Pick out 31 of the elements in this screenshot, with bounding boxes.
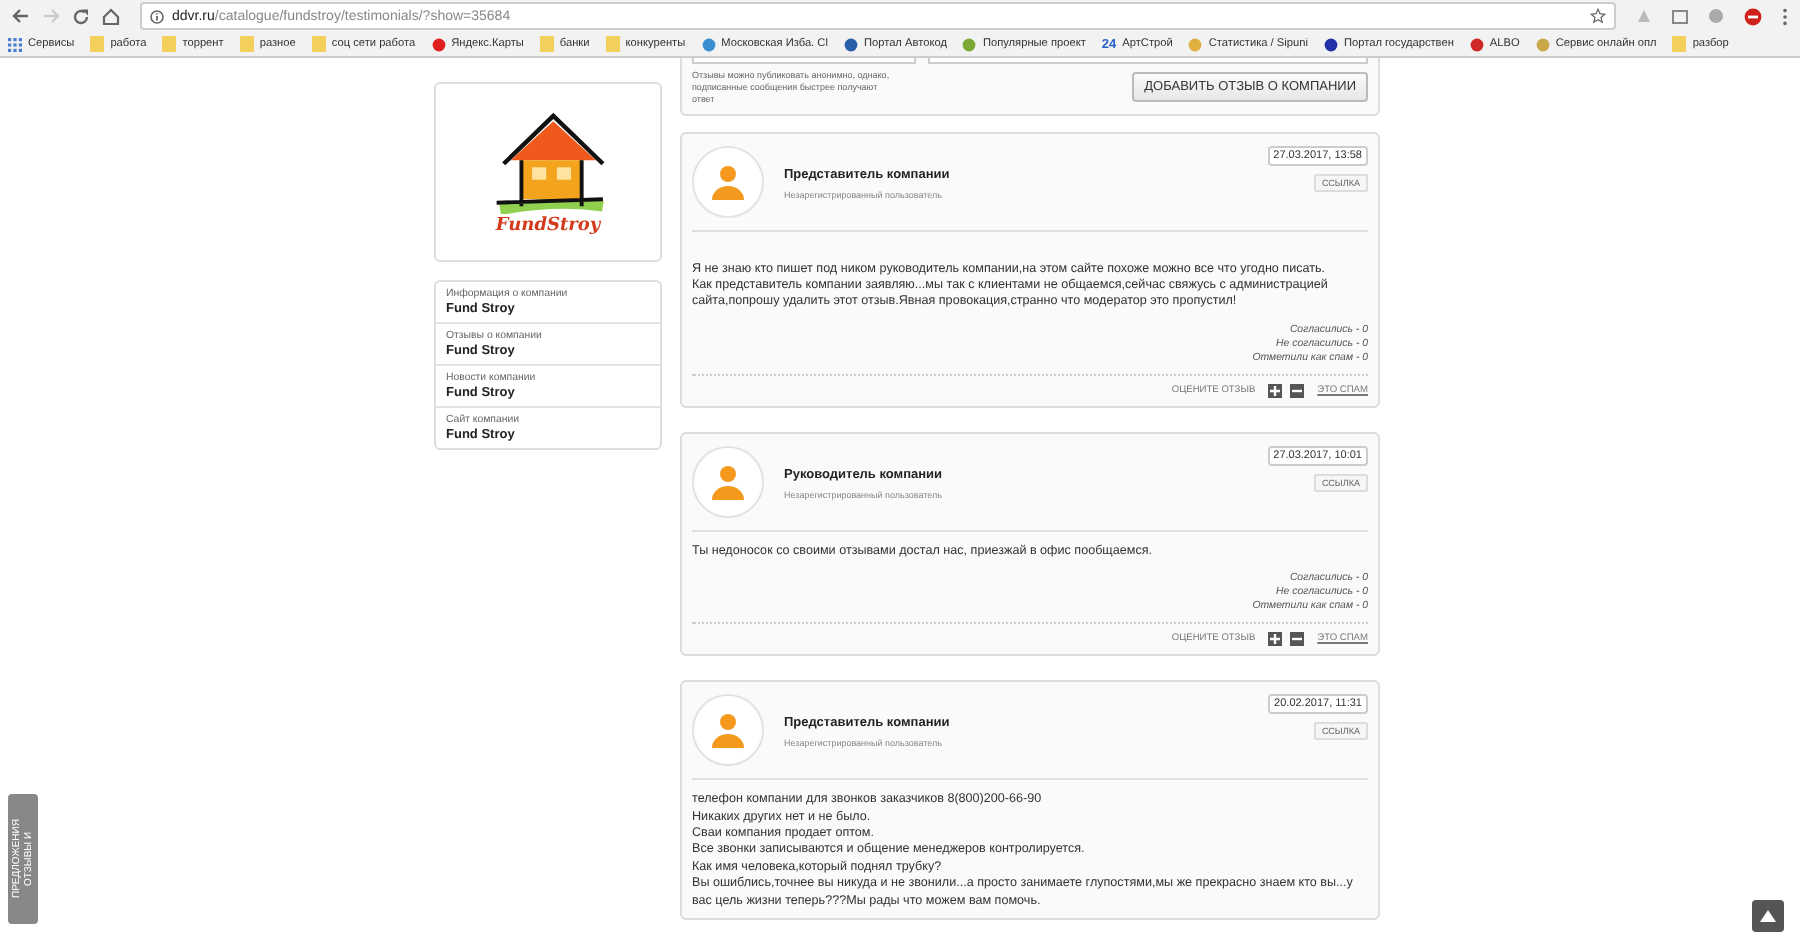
folder-icon xyxy=(162,36,177,52)
up-arrow-icon xyxy=(1760,910,1776,922)
user-icon xyxy=(712,463,744,500)
folder-icon xyxy=(1672,36,1687,52)
back-icon[interactable] xyxy=(12,8,30,24)
folder-icon xyxy=(539,36,554,52)
minus-icon xyxy=(1291,634,1302,645)
cast-icon[interactable] xyxy=(1672,9,1688,23)
reload-icon[interactable] xyxy=(72,7,90,25)
user-icon xyxy=(712,712,744,749)
plus-icon xyxy=(1269,634,1280,645)
folder-icon xyxy=(311,36,326,52)
vote-up-button[interactable] xyxy=(1267,632,1282,647)
user-icon xyxy=(712,163,744,200)
info-icon[interactable] xyxy=(150,9,164,23)
logo-text: FundStroy xyxy=(495,215,601,235)
folder-icon xyxy=(605,36,620,52)
menu-icon[interactable] xyxy=(1782,7,1788,25)
star-icon[interactable] xyxy=(1590,8,1606,24)
vote-down-button[interactable] xyxy=(1289,383,1304,398)
vote-up-button[interactable] xyxy=(1267,383,1282,398)
apps-grid-icon xyxy=(8,37,22,51)
textarea-field[interactable] xyxy=(928,58,1368,64)
plus-icon xyxy=(1269,385,1280,396)
folder-icon xyxy=(239,36,254,52)
scroll-top-button[interactable] xyxy=(1752,900,1784,932)
minus-icon xyxy=(1291,385,1302,396)
folder-icon xyxy=(90,36,105,52)
home-icon[interactable] xyxy=(102,7,120,25)
input-field[interactable] xyxy=(692,58,916,64)
vote-down-button[interactable] xyxy=(1289,632,1304,647)
